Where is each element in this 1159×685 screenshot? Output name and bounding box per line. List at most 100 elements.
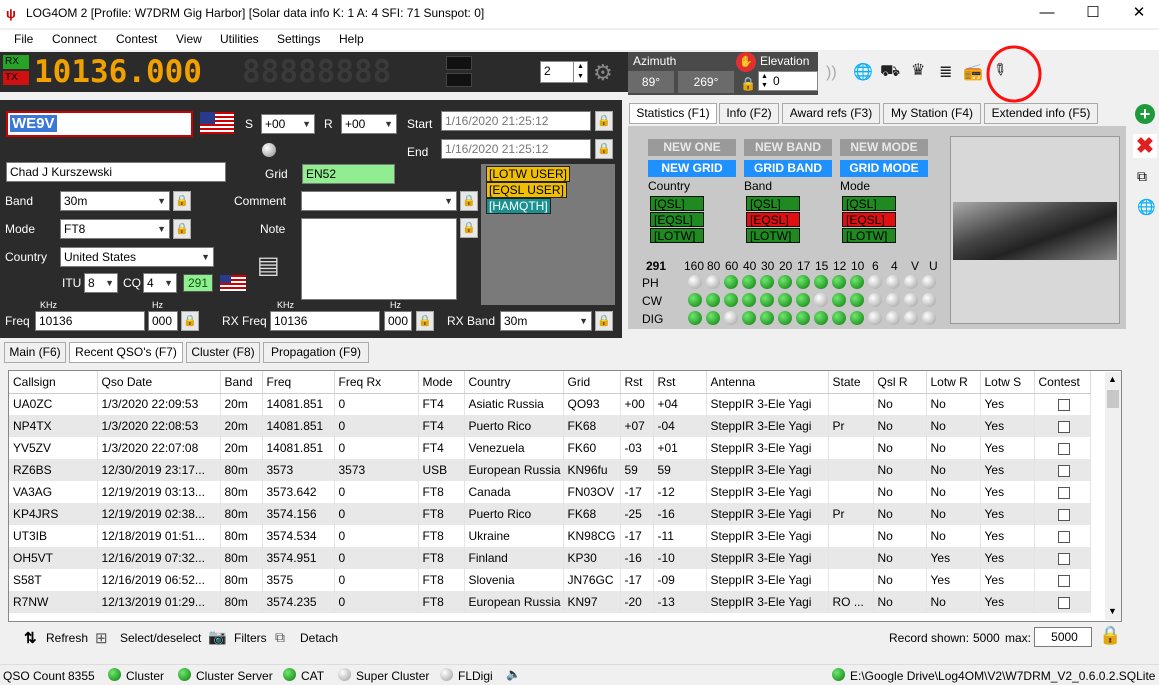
detach-button[interactable]: Detach <box>300 631 338 645</box>
table-row[interactable]: YV5ZV 1/3/2020 22:07:08 20m 14081.851 0 FT4 Ve… <box>9 437 1091 459</box>
s-report-select[interactable]: +00 ▼ <box>261 114 315 134</box>
filters-icon[interactable]: 📷 <box>208 628 227 646</box>
vfo-spinner[interactable]: 2 ▲ ▼ <box>540 61 588 83</box>
filters-button[interactable]: Filters <box>234 631 267 645</box>
column-header[interactable]: Rst <box>620 371 654 394</box>
note-lock-icon[interactable]: 🔒 <box>460 218 478 238</box>
tab-info[interactable]: Info (F2) <box>719 103 779 124</box>
elevation-spinner[interactable]: ▲ ▼ 0 <box>758 71 818 91</box>
note-textarea[interactable] <box>301 218 457 300</box>
maximize-button[interactable]: ☐ <box>1070 0 1116 28</box>
close-button[interactable]: ✕ <box>1116 0 1159 28</box>
contest-checkbox[interactable] <box>1058 508 1070 521</box>
tab-main[interactable]: Main (F6) <box>4 342 66 363</box>
rx-band-lock-icon[interactable]: 🔒 <box>595 311 613 331</box>
column-header[interactable]: Qso Date <box>97 371 221 394</box>
freq-hz-input[interactable]: 000 <box>148 311 178 331</box>
contest-checkbox[interactable] <box>1058 596 1070 609</box>
select-deselect-button[interactable]: Select/deselect <box>120 631 201 645</box>
radio-icon[interactable]: 📻 <box>963 62 983 82</box>
table-row[interactable]: VA3AG 12/19/2019 03:13... 80m 3573.642 0 FT8 C… <box>9 481 1091 503</box>
freq-khz-input[interactable]: 10136 <box>35 311 145 331</box>
fldigi-status[interactable]: FLDigi <box>458 669 493 683</box>
start-lock-icon[interactable]: 🔒 <box>595 111 613 131</box>
rx-indicator[interactable]: RX <box>3 55 29 69</box>
scroll-thumb[interactable] <box>1107 390 1119 408</box>
max-records-input[interactable]: 5000 <box>1034 627 1092 647</box>
column-header[interactable]: Grid <box>563 371 621 394</box>
column-header[interactable]: Qsl R <box>873 371 927 394</box>
azimuth-value-2[interactable]: 269° <box>678 71 734 93</box>
column-header[interactable]: Mode <box>418 371 465 394</box>
table-row[interactable]: S58T 12/16/2019 06:52... 80m 3575 0 FT8 Sloven… <box>9 569 1091 591</box>
cq-select[interactable]: 4 ▼ <box>143 273 177 293</box>
tab-cluster[interactable]: Cluster (F8) <box>186 342 260 363</box>
end-lock-icon[interactable]: 🔒 <box>595 139 613 159</box>
tab-statistics[interactable]: Statistics (F1) <box>629 103 717 124</box>
equipment-icon[interactable]: ≣ <box>939 62 952 82</box>
r-report-select[interactable]: +00 ▼ <box>341 114 397 134</box>
contest-checkbox[interactable] <box>1058 442 1070 455</box>
award-icon[interactable]: ♛ <box>911 60 925 80</box>
menu-view[interactable]: View <box>176 32 202 46</box>
column-header[interactable]: Freq <box>262 371 335 394</box>
stop-hand-icon[interactable]: ✋ <box>736 52 756 72</box>
tab-propagation[interactable]: Propagation (F9) <box>263 342 369 363</box>
grid-input[interactable]: EN52 <box>302 164 395 184</box>
table-row[interactable]: KP4JRS 12/19/2019 02:38... 80m 3574.156 0 FT8… <box>9 503 1091 525</box>
cat-status[interactable]: CAT <box>301 669 324 683</box>
super-cluster-status[interactable]: Super Cluster <box>356 669 429 683</box>
tx-indicator[interactable]: TX <box>3 71 29 85</box>
refresh-button[interactable]: Refresh <box>46 631 88 645</box>
table-row[interactable]: UA0ZC 1/3/2020 22:09:53 20m 14081.851 0 FT4 As… <box>9 393 1091 415</box>
azimuth-value-1[interactable]: 89° <box>628 71 674 93</box>
name-input[interactable]: Chad J Kurszewski <box>6 162 226 182</box>
menu-help[interactable]: Help <box>339 32 364 46</box>
column-header[interactable]: Rst <box>653 371 707 394</box>
table-row[interactable]: R7NW 12/13/2019 01:29... 80m 3574.235 0 FT8 Eu… <box>9 591 1091 613</box>
table-scrollbar[interactable]: ▲ ▼ <box>1105 372 1121 620</box>
column-header[interactable]: Antenna <box>706 371 829 394</box>
scroll-down-icon[interactable]: ▼ <box>1108 606 1117 616</box>
tab-my-station[interactable]: My Station (F4) <box>883 103 981 124</box>
notes-stack-icon[interactable]: ▤ <box>257 252 287 280</box>
column-header[interactable]: Country <box>464 371 564 394</box>
start-time-input[interactable]: 1/16/2020 21:25:12 <box>441 111 591 131</box>
web-icon[interactable]: 🌐 <box>1137 198 1156 216</box>
table-row[interactable]: RZ6BS 12/30/2019 23:17... 80m 3573 3573 USB Eu… <box>9 459 1091 481</box>
column-header[interactable]: Band <box>220 371 263 394</box>
menu-contest[interactable]: Contest <box>116 32 157 46</box>
tab-recent-qsos[interactable]: Recent QSO's (F7) <box>69 342 183 363</box>
rx-freq-hz-input[interactable]: 000 <box>384 311 412 331</box>
refresh-icon[interactable]: ⇅ <box>24 629 37 647</box>
contest-checkbox[interactable] <box>1058 486 1070 499</box>
antenna-icon[interactable]: ⛟ <box>880 62 900 82</box>
contest-checkbox[interactable] <box>1058 530 1070 543</box>
band-lock-icon[interactable]: 🔒 <box>173 191 191 211</box>
itu-select[interactable]: 8 ▼ <box>84 273 118 293</box>
lock-icon[interactable]: 🔒 <box>740 76 756 92</box>
max-lock-icon[interactable]: 🔒 <box>1099 625 1121 646</box>
menu-connect[interactable]: Connect <box>52 32 97 46</box>
gear-icon[interactable]: ⚙ <box>593 60 613 86</box>
column-header[interactable]: Contest <box>1034 371 1091 394</box>
end-time-input[interactable]: 1/16/2020 21:25:12 <box>441 139 591 159</box>
contest-checkbox[interactable] <box>1058 574 1070 587</box>
menu-settings[interactable]: Settings <box>277 32 320 46</box>
mode-select[interactable]: FT8 ▼ <box>60 219 170 239</box>
column-header[interactable]: Lotw R <box>926 371 981 394</box>
table-row[interactable]: UT3IB 12/18/2019 01:51... 80m 3574.534 0 FT8 U… <box>9 525 1091 547</box>
tab-award-refs[interactable]: Award refs (F3) <box>782 103 880 124</box>
signal-icon[interactable]: )) <box>826 64 837 82</box>
scroll-up-icon[interactable]: ▲ <box>1108 374 1117 384</box>
menu-utilities[interactable]: Utilities <box>220 32 259 46</box>
rx-band-select[interactable]: 30m ▼ <box>500 311 592 331</box>
freq-lock-icon[interactable]: 🔒 <box>181 311 199 331</box>
speaker-icon[interactable]: 🔈 <box>506 667 521 681</box>
add-icon[interactable]: + <box>1135 104 1155 124</box>
globe-icon[interactable]: 🌐 <box>853 62 873 82</box>
column-header[interactable]: Callsign <box>9 371 98 394</box>
menu-file[interactable]: File <box>14 32 33 46</box>
contest-checkbox[interactable] <box>1058 464 1070 477</box>
column-header[interactable]: State <box>828 371 874 394</box>
